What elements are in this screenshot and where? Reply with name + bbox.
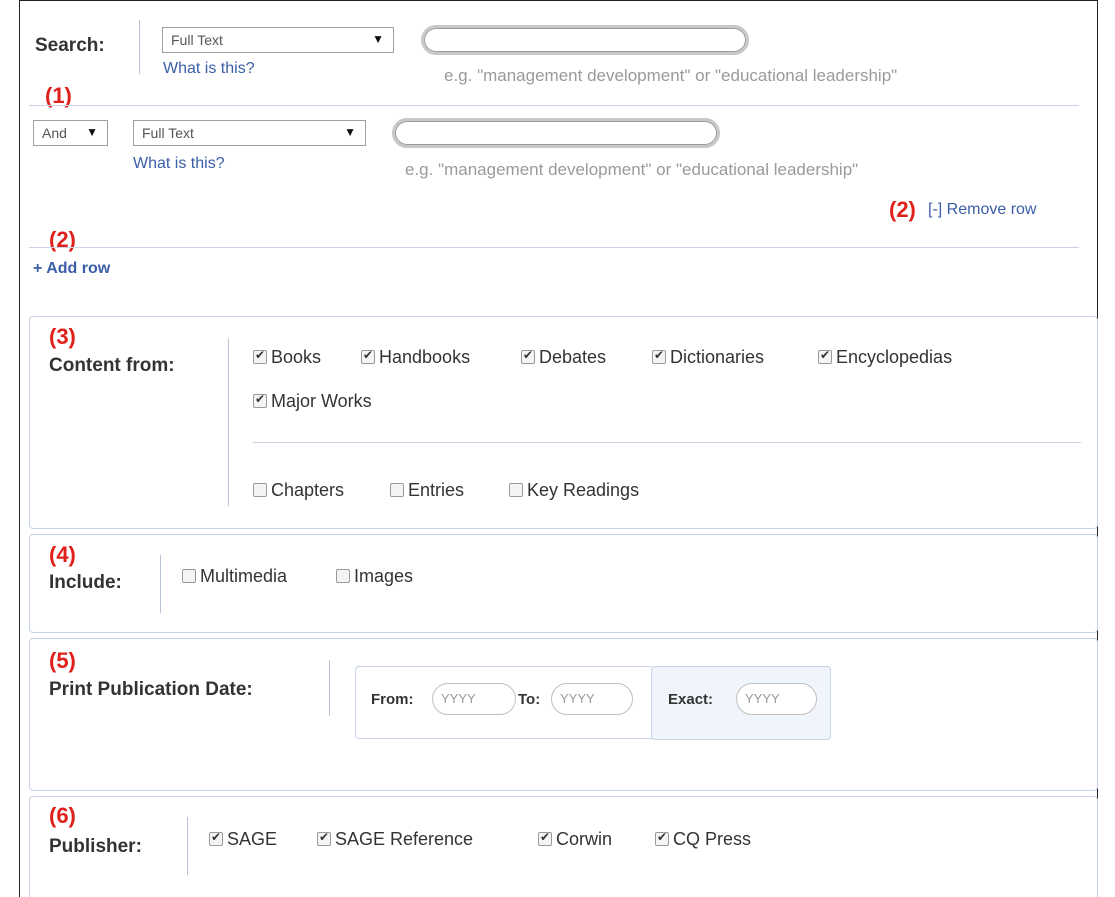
checkbox-icon[interactable] — [652, 348, 666, 364]
from-label: From: — [371, 691, 414, 708]
checkbox-icon[interactable] — [253, 348, 267, 364]
checkbox-icon[interactable] — [521, 348, 535, 364]
search-hint-row1: e.g. "management development" or "educat… — [444, 66, 898, 85]
field-select-row1-value: Full Text — [171, 32, 223, 48]
checkbox-encyclopedias[interactable]: Encyclopedias — [818, 347, 952, 368]
pub-date-divider — [329, 660, 330, 716]
exact-year-input[interactable]: YYYY — [736, 683, 817, 715]
include-label: Include: — [49, 572, 122, 593]
row-separator-2 — [29, 247, 1079, 248]
checkbox-encyclopedias-label: Encyclopedias — [836, 347, 953, 367]
checkbox-icon[interactable] — [509, 483, 523, 497]
to-label: To: — [518, 691, 541, 708]
search-input-row1[interactable] — [421, 25, 749, 55]
field-select-row2-value: Full Text — [142, 125, 194, 141]
chevron-down-icon: ▼ — [372, 32, 384, 46]
checkbox-sage[interactable]: SAGE — [209, 829, 277, 850]
chevron-down-icon: ▼ — [344, 125, 356, 139]
checkbox-debates-label: Debates — [539, 347, 607, 367]
checkbox-chapters-label: Chapters — [271, 480, 345, 500]
pub-date-label: Print Publication Date: — [49, 679, 253, 700]
checkbox-books-label: Books — [271, 347, 322, 367]
checkbox-icon[interactable] — [390, 483, 404, 497]
search-hint-row2: e.g. "management development" or "educat… — [405, 160, 859, 179]
checkbox-sage-reference-label: SAGE Reference — [335, 829, 474, 849]
checkbox-entries-label: Entries — [408, 480, 465, 500]
checkbox-major-works-label: Major Works — [271, 391, 372, 411]
checkbox-icon[interactable] — [209, 830, 223, 846]
checkbox-icon[interactable] — [818, 348, 832, 364]
checkbox-dictionaries-label: Dictionaries — [670, 347, 765, 367]
publisher-divider — [187, 817, 188, 875]
from-year-input[interactable]: YYYY — [432, 683, 516, 715]
checkbox-icon[interactable] — [538, 830, 552, 846]
include-divider — [160, 555, 161, 613]
checkbox-icon[interactable] — [655, 830, 669, 846]
checkbox-chapters[interactable]: Chapters — [253, 480, 344, 501]
checkbox-cq-press[interactable]: CQ Press — [655, 829, 751, 850]
to-year-input[interactable]: YYYY — [551, 683, 633, 715]
checkbox-icon[interactable] — [253, 392, 267, 408]
checkbox-cq-press-label: CQ Press — [673, 829, 752, 849]
checkbox-icon[interactable] — [361, 348, 375, 364]
content-from-divider — [228, 338, 229, 506]
row1-divider — [139, 20, 140, 74]
content-from-label: Content from: — [49, 355, 175, 376]
checkbox-images[interactable]: Images — [336, 566, 413, 587]
checkbox-sage-label: SAGE — [227, 829, 278, 849]
field-select-row1[interactable]: Full Text ▼ — [162, 27, 394, 53]
chevron-down-icon: ▼ — [86, 125, 98, 139]
annotation-3: (3) — [49, 324, 76, 349]
checkbox-handbooks[interactable]: Handbooks — [361, 347, 470, 368]
what-is-this-link-row2[interactable]: What is this? — [133, 155, 225, 173]
annotation-4: (4) — [49, 542, 76, 567]
checkbox-debates[interactable]: Debates — [521, 347, 606, 368]
checkbox-icon[interactable] — [336, 569, 350, 583]
annotation-5: (5) — [49, 648, 76, 673]
checkbox-sage-reference[interactable]: SAGE Reference — [317, 829, 473, 850]
annotation-6: (6) — [49, 803, 76, 828]
checkbox-multimedia-label: Multimedia — [200, 566, 288, 586]
checkbox-books[interactable]: Books — [253, 347, 321, 368]
exact-label: Exact: — [668, 691, 714, 708]
field-select-row2[interactable]: Full Text ▼ — [133, 120, 366, 146]
checkbox-key-readings[interactable]: Key Readings — [509, 480, 639, 501]
publisher-label: Publisher: — [49, 836, 142, 857]
checkbox-handbooks-label: Handbooks — [379, 347, 471, 367]
checkbox-corwin-label: Corwin — [556, 829, 613, 849]
annotation-2-remove: (2) — [889, 197, 916, 222]
checkbox-icon[interactable] — [253, 483, 267, 497]
checkbox-images-label: Images — [354, 566, 414, 586]
content-from-separator — [253, 442, 1081, 443]
row-separator-1 — [29, 105, 1079, 106]
what-is-this-link-row1[interactable]: What is this? — [163, 60, 255, 78]
checkbox-dictionaries[interactable]: Dictionaries — [652, 347, 764, 368]
add-row-link[interactable]: + Add row — [33, 260, 110, 278]
remove-row-link[interactable]: [-] Remove row — [928, 201, 1036, 219]
boolean-operator-select[interactable]: And ▼ — [33, 120, 108, 146]
checkbox-corwin[interactable]: Corwin — [538, 829, 612, 850]
checkbox-key-readings-label: Key Readings — [527, 480, 640, 500]
checkbox-major-works[interactable]: Major Works — [253, 391, 372, 412]
checkbox-entries[interactable]: Entries — [390, 480, 464, 501]
search-input-row2[interactable] — [392, 118, 720, 148]
search-label: Search: — [35, 35, 105, 56]
checkbox-icon[interactable] — [182, 569, 196, 583]
boolean-operator-value: And — [42, 125, 67, 141]
checkbox-multimedia[interactable]: Multimedia — [182, 566, 287, 587]
annotation-2-add: (2) — [49, 227, 76, 252]
checkbox-icon[interactable] — [317, 830, 331, 846]
